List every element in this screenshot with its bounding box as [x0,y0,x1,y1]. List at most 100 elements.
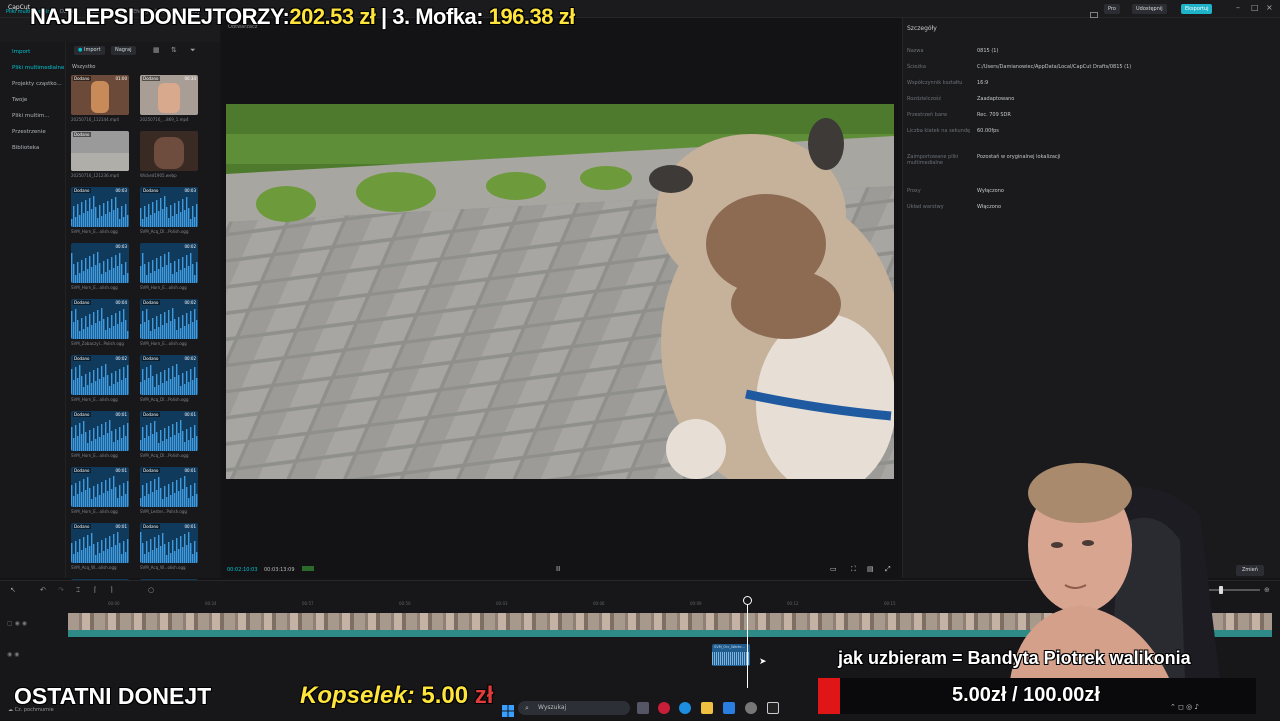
audio-thumb[interactable]: Dodano 00:02 [140,355,198,395]
edge-icon[interactable] [679,702,691,714]
ruler-tick: 00:57 [302,601,314,606]
ruler-tick: 00:15 [884,601,896,606]
media-sidebar [0,42,66,578]
playhead-handle[interactable] [743,596,752,605]
last-donation-amount: 5.00 [421,682,469,709]
select-tool-icon[interactable]: ↖ [10,586,16,594]
taskbar-search[interactable]: ⌕ Wyszukaj [518,701,630,715]
windows-start-icon[interactable] [502,702,514,717]
ruler-tick: 00:03 [496,601,508,606]
sidebar-item-spaces[interactable]: Przestrzenie [12,129,46,135]
thumb-duration: 00:01 [115,524,127,529]
sidebar-item-media[interactable]: Pliki multimedialne [12,65,64,71]
trim-right-icon[interactable]: ⌉ [110,586,113,594]
audio-thumb[interactable]: Dodano 00:01 [71,411,129,451]
thumb-badge: Dodano [142,188,160,193]
audio-thumb[interactable]: Dodano 00:03 [140,187,198,227]
snapshot-icon[interactable]: ⛶ [851,565,856,574]
sidebar-item-projects[interactable]: Projekty cząstko... [12,81,62,87]
pro-button[interactable]: Pro [1104,4,1120,14]
audio-thumb[interactable]: Dodano 00:03 [71,187,129,227]
close-icon[interactable]: × [1266,3,1273,12]
waveform-icon [140,252,198,283]
webcam-feed [1010,463,1220,680]
tray-icons[interactable]: ⌃ ◻ ◎ ♪ [1170,703,1199,711]
audio-thumb[interactable]: Dodano 00:02 [140,299,198,339]
thumb-duration: 00:02 [184,244,196,249]
media-thumb[interactable]: Dodano [71,131,129,171]
split-icon[interactable]: ⌶ [76,586,80,595]
search-icon: ⌕ [525,704,529,712]
track-audio-icon[interactable]: ◉ ◉ [7,651,19,658]
detail-value: Zaadaptowano [977,96,1015,102]
audio-level-icon [302,566,314,571]
audio-thumb[interactable]: Dodano 00:01 [71,467,129,507]
filter-icon[interactable]: ⏷ [190,46,196,55]
ruler-tick: 00:06 [593,601,605,606]
export-button[interactable]: Eksportuj [1181,4,1213,14]
audio-thumb[interactable]: 00:03 [71,243,129,283]
audio-thumb[interactable]: Dodano 00:01 [140,411,198,451]
thumb-duration: 00:01 [115,412,127,417]
thumb-badge: Dodano [73,300,91,305]
donation-goal-text: 5.00zł / 100.00zł [952,684,1100,706]
import-button[interactable]: ● Import [74,46,105,55]
sidebar-item-import[interactable]: Import [12,49,30,55]
quality-icon[interactable]: ▤ [867,565,874,573]
thumb-caption: SVM_Lester...Polish.ogg [140,509,187,514]
undo-icon[interactable]: ↶ [40,586,46,594]
freeze-icon[interactable]: ○ [148,586,154,594]
audio-thumb[interactable]: Dodano 00:01 [140,523,198,563]
sidebar-item-files[interactable]: Pliki multim... [12,113,50,119]
thumb-caption: SVM_Horn_E...olish.ogg [140,341,187,346]
minimize-icon[interactable]: – [1236,3,1240,12]
opera-icon[interactable] [658,702,670,714]
grid-view-icon[interactable]: ▦ [153,46,160,54]
detail-value: Wyłączono [977,188,1004,194]
audio-thumb[interactable]: Dodano 00:04 [71,299,129,339]
total-time: 00:03:13:09 [264,567,295,573]
task-view-icon[interactable] [637,702,649,714]
audio-thumb[interactable]: 00:02 [140,243,198,283]
redo-icon[interactable]: ↷ [58,586,64,594]
audio-track-clip[interactable]: SVM_Orc_Warte... [712,644,750,666]
capcut-taskbar-icon[interactable] [767,702,779,714]
audio-thumb[interactable]: Dodano 00:01 [71,523,129,563]
sidebar-item-yours[interactable]: Twoje [12,97,27,103]
waveform-icon [71,420,129,451]
thumb-caption: SVM_Acq_W...olish.ogg [71,565,117,570]
store-icon[interactable] [723,702,735,714]
maximize-icon[interactable]: □ [1251,3,1259,12]
sidebar-item-library[interactable]: Biblioteka [12,145,39,151]
video-preview[interactable] [226,104,894,479]
weather-widget[interactable]: ☁ Cz. pochmurnie [8,707,54,713]
track-lock-icon[interactable]: ▢ ◉ ◉ [7,620,27,627]
media-thumb[interactable]: Dodano 01:00 [71,75,129,115]
waveform-icon [140,420,198,451]
thumb-caption: 20250716_...869_1.mp4 [140,117,189,122]
playhead[interactable] [747,598,748,688]
fullscreen-icon[interactable]: ⤢ [885,565,891,574]
pause-button[interactable]: II [556,565,560,573]
song-overlay: jak uzbieram = Bandyta Piotrek walikonia [838,648,1191,668]
obs-icon[interactable] [745,702,757,714]
audio-thumb[interactable]: Dodano 00:01 [140,467,198,507]
record-button[interactable]: Nagraj [111,46,136,55]
detail-label: Przestrzeń barw [907,112,948,118]
sort-icon[interactable]: ⇅ [171,46,177,54]
banner-amount-1: 202.53 zł [289,4,376,29]
ruler-tick: 00:09 [690,601,702,606]
file-explorer-icon[interactable] [701,702,713,714]
audio-thumb[interactable]: Dodano 00:02 [71,355,129,395]
ratio-icon[interactable]: ▭ [830,565,837,573]
layout-icon[interactable] [1090,4,1098,18]
waveform-icon [71,252,129,283]
thumb-badge: Dodano [73,356,91,361]
trim-left-icon[interactable]: ⌈ [94,586,97,594]
record-label: Nagraj [115,47,132,53]
media-thumb[interactable] [140,131,198,171]
thumb-duration: 00:34 [184,76,196,81]
share-button[interactable]: Udostępnij [1132,4,1167,14]
thumb-caption: SVM_Horn_E...olish.ogg [71,397,118,402]
media-thumb[interactable]: Dodano 00:34 [140,75,198,115]
